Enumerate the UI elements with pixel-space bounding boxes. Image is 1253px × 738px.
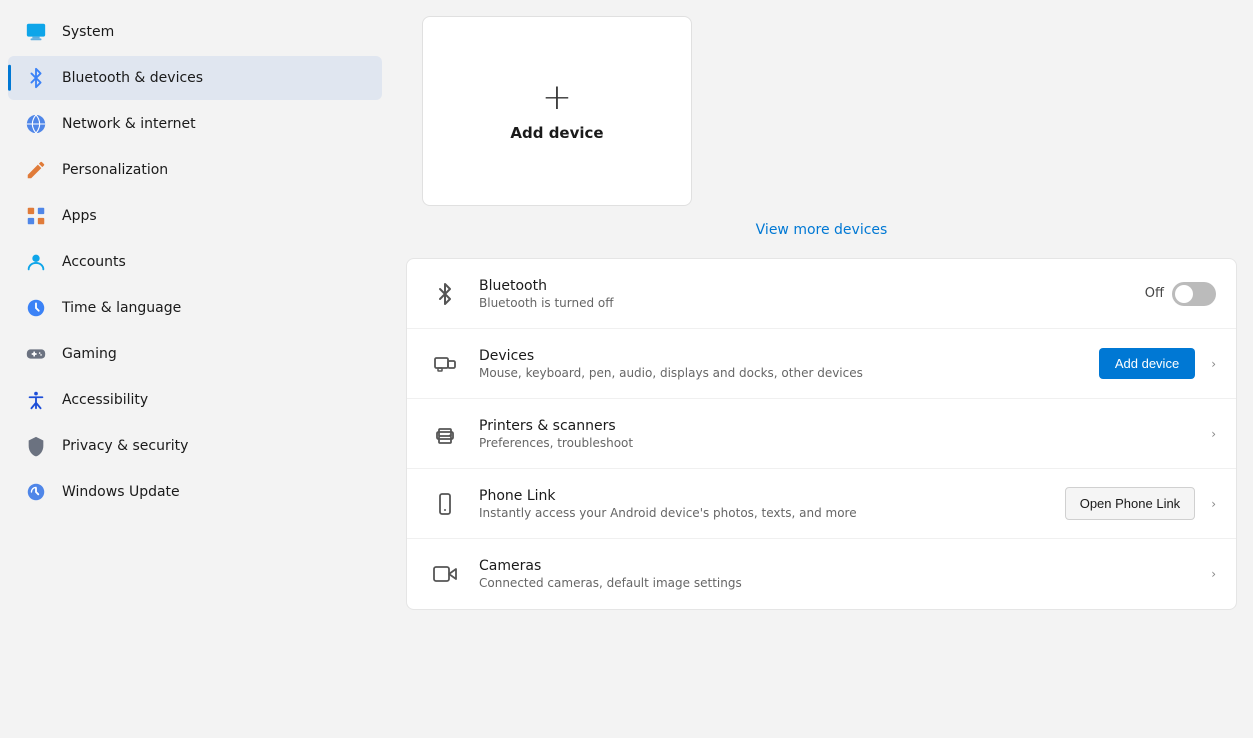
sidebar-item-update[interactable]: Windows Update bbox=[8, 470, 382, 514]
sidebar-item-label-accessibility: Accessibility bbox=[62, 392, 148, 408]
bluetooth-toggle[interactable] bbox=[1172, 282, 1216, 306]
sidebar-item-label-network: Network & internet bbox=[62, 116, 196, 132]
devices-add-device-button[interactable]: Add device bbox=[1099, 348, 1195, 379]
bluetooth-text: Bluetooth Bluetooth is turned off bbox=[479, 278, 1145, 310]
privacy-icon bbox=[24, 434, 48, 458]
cameras-chevron-icon: › bbox=[1211, 567, 1216, 581]
sidebar-item-apps[interactable]: Apps bbox=[8, 194, 382, 238]
view-more-devices-link[interactable]: View more devices bbox=[390, 214, 1253, 246]
phone-link-icon bbox=[427, 486, 463, 522]
devices-text: Devices Mouse, keyboard, pen, audio, disp… bbox=[479, 348, 1099, 380]
accounts-icon bbox=[24, 250, 48, 274]
devices-chevron-icon: › bbox=[1211, 357, 1216, 371]
time-icon bbox=[24, 296, 48, 320]
printers-text: Printers & scanners Preferences, troubles… bbox=[479, 418, 1203, 450]
phone-link-title: Phone Link bbox=[479, 488, 1065, 504]
cameras-action: › bbox=[1203, 567, 1216, 581]
sidebar: System Bluetooth & devices Network & inter… bbox=[0, 0, 390, 738]
bluetooth-toggle-label: Off bbox=[1145, 286, 1164, 301]
sidebar-item-label-system: System bbox=[62, 24, 114, 40]
printers-icon bbox=[427, 416, 463, 452]
cameras-subtitle: Connected cameras, default image setting… bbox=[479, 576, 1203, 590]
sidebar-item-label-personalization: Personalization bbox=[62, 162, 168, 178]
bluetooth-action: Off bbox=[1145, 282, 1216, 306]
bluetooth-icon bbox=[427, 276, 463, 312]
settings-row-devices[interactable]: Devices Mouse, keyboard, pen, audio, disp… bbox=[407, 329, 1236, 399]
network-icon bbox=[24, 112, 48, 136]
personalization-icon bbox=[24, 158, 48, 182]
sidebar-item-label-accounts: Accounts bbox=[62, 254, 126, 270]
phone-link-chevron-icon: › bbox=[1211, 497, 1216, 511]
sidebar-item-bluetooth[interactable]: Bluetooth & devices bbox=[8, 56, 382, 100]
printers-action: › bbox=[1203, 427, 1216, 441]
sidebar-item-personalization[interactable]: Personalization bbox=[8, 148, 382, 192]
sidebar-item-time[interactable]: Time & language bbox=[8, 286, 382, 330]
sidebar-item-label-privacy: Privacy & security bbox=[62, 438, 188, 454]
settings-rows: Bluetooth Bluetooth is turned offOff Devic… bbox=[406, 258, 1237, 610]
add-device-card[interactable]: + Add device bbox=[422, 16, 692, 206]
cameras-title: Cameras bbox=[479, 558, 1203, 574]
printers-subtitle: Preferences, troubleshoot bbox=[479, 436, 1203, 450]
settings-row-phone-link[interactable]: Phone Link Instantly access your Android … bbox=[407, 469, 1236, 539]
sidebar-item-label-update: Windows Update bbox=[62, 484, 180, 500]
sidebar-item-label-gaming: Gaming bbox=[62, 346, 117, 362]
bluetooth-icon bbox=[24, 66, 48, 90]
sidebar-item-network[interactable]: Network & internet bbox=[8, 102, 382, 146]
settings-row-cameras[interactable]: Cameras Connected cameras, default image … bbox=[407, 539, 1236, 609]
cameras-text: Cameras Connected cameras, default image … bbox=[479, 558, 1203, 590]
settings-row-bluetooth[interactable]: Bluetooth Bluetooth is turned offOff bbox=[407, 259, 1236, 329]
apps-icon bbox=[24, 204, 48, 228]
sidebar-item-accounts[interactable]: Accounts bbox=[8, 240, 382, 284]
printers-title: Printers & scanners bbox=[479, 418, 1203, 434]
add-device-plus-icon: + bbox=[542, 80, 572, 116]
cameras-icon bbox=[427, 556, 463, 592]
system-icon bbox=[24, 20, 48, 44]
sidebar-item-label-apps: Apps bbox=[62, 208, 97, 224]
gaming-icon bbox=[24, 342, 48, 366]
view-more-section: View more devices bbox=[390, 210, 1253, 254]
update-icon bbox=[24, 480, 48, 504]
bluetooth-toggle-container: Off bbox=[1145, 282, 1216, 306]
sidebar-item-label-bluetooth: Bluetooth & devices bbox=[62, 70, 203, 86]
printers-chevron-icon: › bbox=[1211, 427, 1216, 441]
add-device-card-label: Add device bbox=[510, 124, 603, 142]
phone-link-open-button[interactable]: Open Phone Link bbox=[1065, 487, 1195, 520]
sidebar-item-gaming[interactable]: Gaming bbox=[8, 332, 382, 376]
add-device-card-section: + Add device bbox=[390, 8, 1253, 206]
phone-link-subtitle: Instantly access your Android device's p… bbox=[479, 506, 1065, 520]
sidebar-item-privacy[interactable]: Privacy & security bbox=[8, 424, 382, 468]
devices-title: Devices bbox=[479, 348, 1099, 364]
phone-link-action: Open Phone Link › bbox=[1065, 487, 1216, 520]
devices-action: Add device › bbox=[1099, 348, 1216, 379]
settings-row-printers[interactable]: Printers & scanners Preferences, troubles… bbox=[407, 399, 1236, 469]
bluetooth-title: Bluetooth bbox=[479, 278, 1145, 294]
devices-icon bbox=[427, 346, 463, 382]
devices-subtitle: Mouse, keyboard, pen, audio, displays an… bbox=[479, 366, 1099, 380]
sidebar-item-accessibility[interactable]: Accessibility bbox=[8, 378, 382, 422]
phone-link-text: Phone Link Instantly access your Android … bbox=[479, 488, 1065, 520]
bluetooth-subtitle: Bluetooth is turned off bbox=[479, 296, 1145, 310]
accessibility-icon bbox=[24, 388, 48, 412]
sidebar-item-system[interactable]: System bbox=[8, 10, 382, 54]
sidebar-item-label-time: Time & language bbox=[62, 300, 181, 316]
main-content-area: + Add device View more devices Bluetooth… bbox=[390, 0, 1253, 738]
